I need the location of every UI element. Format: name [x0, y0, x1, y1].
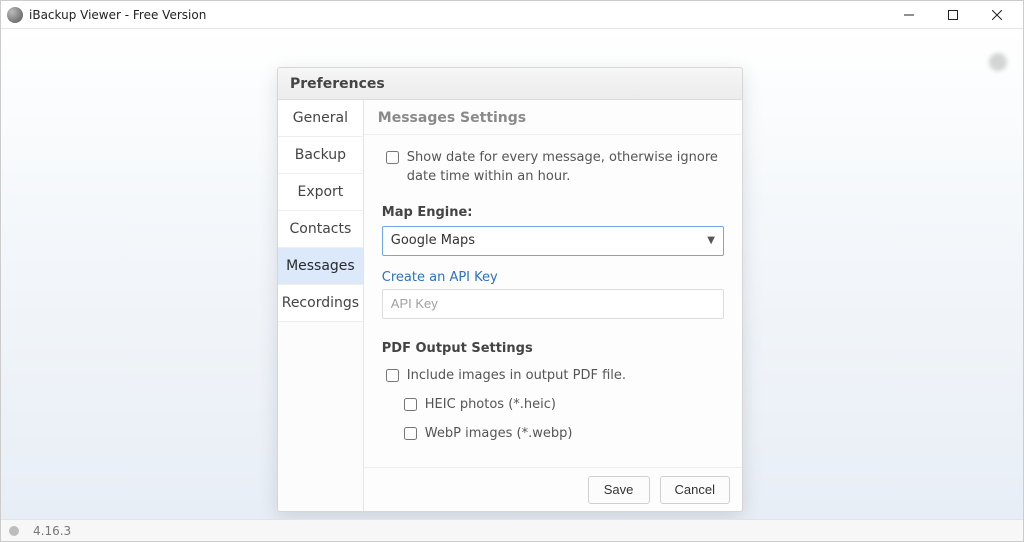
api-key-input[interactable] — [382, 289, 724, 319]
minimize-button[interactable] — [887, 1, 931, 29]
close-button[interactable] — [975, 1, 1019, 29]
panel-title: Messages Settings — [364, 100, 742, 135]
heic-label: HEIC photos (*.heic) — [425, 397, 556, 412]
client-area: Preferences General Backup Export Contac… — [1, 29, 1023, 519]
tab-recordings[interactable]: Recordings — [278, 285, 363, 322]
dialog-title: Preferences — [278, 68, 742, 100]
show-date-checkbox[interactable] — [386, 151, 399, 164]
titlebar: iBackup Viewer - Free Version — [1, 1, 1023, 29]
heic-checkbox[interactable] — [404, 398, 417, 411]
statusbar: 4.16.3 — [1, 519, 1023, 541]
dialog-tabs: General Backup Export Contacts Messages … — [278, 100, 364, 511]
cancel-button[interactable]: Cancel — [660, 476, 730, 504]
webp-label: WebP images (*.webp) — [425, 426, 573, 441]
map-engine-select[interactable]: Google Maps ▼ — [382, 226, 724, 256]
save-button[interactable]: Save — [588, 476, 650, 504]
tab-messages[interactable]: Messages — [278, 248, 363, 285]
show-date-label: Show date for every message, otherwise i… — [407, 149, 724, 187]
pdf-output-label: PDF Output Settings — [382, 341, 724, 356]
include-images-label: Include images in output PDF file. — [407, 368, 626, 383]
version-label: 4.16.3 — [33, 524, 71, 538]
include-images-checkbox[interactable] — [386, 369, 399, 382]
app-icon — [7, 7, 23, 23]
tab-export[interactable]: Export — [278, 174, 363, 211]
dialog-footer: Save Cancel — [364, 467, 742, 511]
tab-backup[interactable]: Backup — [278, 137, 363, 174]
tab-general[interactable]: General — [278, 100, 363, 137]
preferences-dialog: Preferences General Backup Export Contac… — [277, 67, 743, 512]
create-api-key-link[interactable]: Create an API Key — [382, 270, 498, 285]
map-engine-label: Map Engine: — [382, 205, 724, 220]
background-indicator-icon — [989, 53, 1007, 71]
status-indicator-icon — [9, 526, 19, 536]
maximize-button[interactable] — [931, 1, 975, 29]
chevron-down-icon: ▼ — [707, 235, 715, 246]
settings-panel: Messages Settings Show date for every me… — [364, 100, 742, 511]
map-engine-value: Google Maps — [391, 233, 475, 248]
window-title: iBackup Viewer - Free Version — [29, 8, 206, 22]
tab-contacts[interactable]: Contacts — [278, 211, 363, 248]
webp-checkbox[interactable] — [404, 427, 417, 440]
